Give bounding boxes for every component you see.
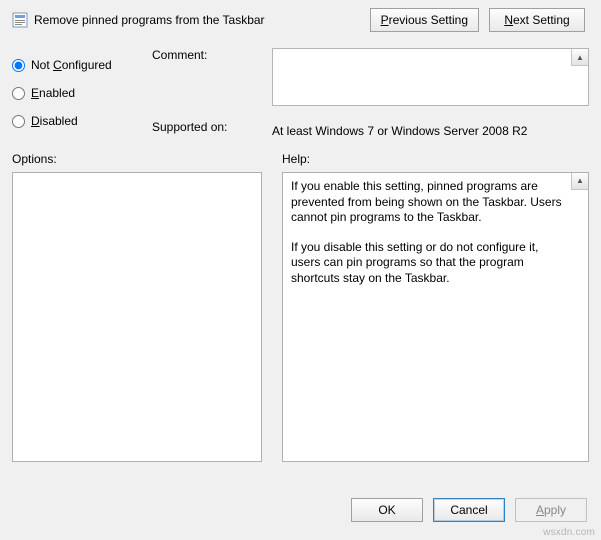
radio-not-configured-label: Not Configured (31, 58, 112, 72)
help-paragraph: If you disable this setting or do not co… (291, 240, 566, 287)
help-label: Help: (282, 152, 589, 166)
chevron-up-icon[interactable]: ▲ (571, 173, 588, 190)
watermark: wsxdn.com (543, 527, 595, 538)
comment-textarea[interactable]: ▲ (272, 48, 589, 106)
radio-enabled-input[interactable] (12, 87, 25, 100)
previous-setting-button[interactable]: Previous Setting (370, 8, 479, 32)
policy-icon (12, 12, 28, 28)
radio-enabled-label: Enabled (31, 86, 75, 100)
next-setting-button[interactable]: Next Setting (489, 8, 585, 32)
radio-disabled-label: Disabled (31, 114, 78, 128)
policy-title: Remove pinned programs from the Taskbar (34, 13, 370, 27)
help-paragraph: If you enable this setting, pinned progr… (291, 179, 566, 226)
radio-disabled-input[interactable] (12, 115, 25, 128)
supported-on-label: Supported on: (152, 120, 272, 134)
options-label: Options: (12, 152, 262, 166)
supported-on-value: At least Windows 7 or Windows Server 200… (272, 120, 589, 138)
radio-disabled[interactable]: Disabled (12, 108, 152, 134)
ok-button[interactable]: OK (351, 498, 423, 522)
radio-enabled[interactable]: Enabled (12, 80, 152, 106)
apply-button: Apply (515, 498, 587, 522)
chevron-up-icon[interactable]: ▲ (571, 49, 588, 66)
cancel-button[interactable]: Cancel (433, 498, 505, 522)
radio-not-configured-input[interactable] (12, 59, 25, 72)
options-panel (12, 172, 262, 462)
comment-label: Comment: (152, 48, 272, 62)
help-panel[interactable]: ▲ If you enable this setting, pinned pro… (282, 172, 589, 462)
radio-not-configured[interactable]: Not Configured (12, 52, 152, 78)
